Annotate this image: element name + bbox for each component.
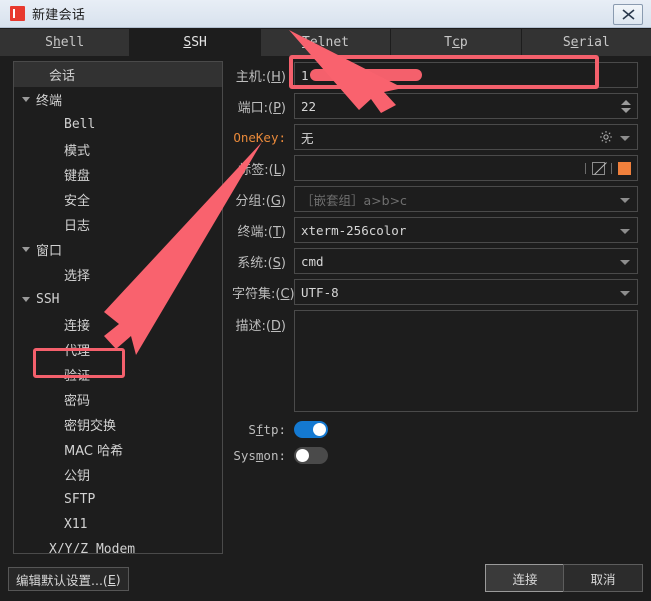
- new-session-dialog: 新建会话 Shell SSH Telnet Tcp Serial 会话终端Bel…: [0, 0, 651, 601]
- annotation-arrows: [104, 30, 403, 355]
